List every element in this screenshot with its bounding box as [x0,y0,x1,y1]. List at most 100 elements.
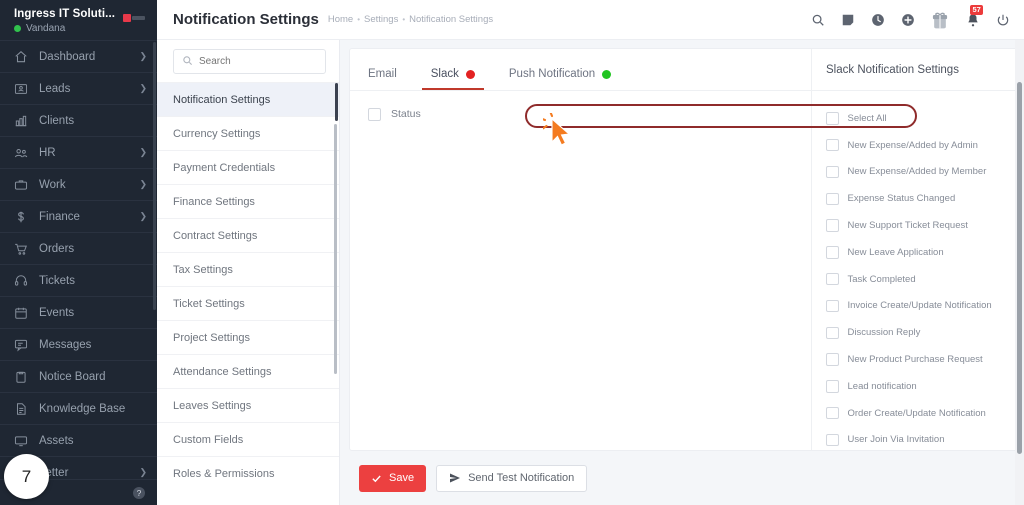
sidebar-item-tickets[interactable]: Tickets [0,264,157,296]
option-checkbox[interactable] [826,138,839,152]
power-icon[interactable] [995,12,1010,27]
sidebar-item-label: Clients [39,114,75,127]
option-checkbox[interactable] [826,299,839,313]
breadcrumb: Home • Settings • Notification Settings [328,14,493,25]
briefcase-icon [14,178,28,192]
settings-nav-item-currency-settings[interactable]: Currency Settings [157,116,339,150]
settings-nav-item-leaves-settings[interactable]: Leaves Settings [157,388,339,422]
sidebar-item-orders[interactable]: Orders [0,232,157,264]
tab-push-notification[interactable]: Push Notification [509,68,612,90]
clipboard-icon [14,370,28,384]
option-checkbox[interactable] [826,272,839,286]
option-checkbox[interactable] [826,380,839,393]
status-label: Status [391,108,421,120]
bell-icon[interactable]: 57 [965,5,984,27]
help-icon[interactable]: ? [133,486,145,499]
panel-option-expense-status-changed[interactable]: Expense Status Changed [826,185,1023,212]
panel-option-select-all[interactable]: Select All [826,105,1023,132]
panel-option-new-expense-added-by-admin[interactable]: New Expense/Added by Admin [826,132,1023,159]
settings-nav-item-finance-settings[interactable]: Finance Settings [157,184,339,218]
panel-option-new-product-purchase-request[interactable]: New Product Purchase Request [826,346,1023,373]
panel-option-lead-notification[interactable]: Lead notification [826,373,1023,400]
sidebar-item-events[interactable]: Events [0,296,157,328]
settings-nav-item-attendance-settings[interactable]: Attendance Settings [157,354,339,388]
tab-slack[interactable]: Slack [421,68,485,90]
sidebar-item-messages[interactable]: Messages [0,328,157,360]
sidebar-item-notice-board[interactable]: Notice Board [0,360,157,392]
settings-nav-item-roles-permissions[interactable]: Roles & Permissions [157,456,339,490]
option-checkbox[interactable] [826,165,839,179]
option-checkbox[interactable] [826,433,839,447]
panel-option-task-completed[interactable]: Task Completed [826,266,1023,293]
save-button-label: Save [389,472,415,484]
breadcrumb-item[interactable]: Home [328,14,353,25]
sidebar-item-finance[interactable]: Finance ❯ [0,200,157,232]
page-scrollbar[interactable] [1017,82,1022,454]
option-checkbox[interactable] [826,353,839,366]
panel-option-discussion-reply[interactable]: Discussion Reply [826,319,1023,346]
option-label: Select All [847,112,887,124]
clock-icon[interactable] [870,12,885,27]
breadcrumb-item[interactable]: Settings [364,14,398,25]
document-icon [14,402,28,416]
settings-search-box[interactable] [173,49,326,74]
company-logo [123,14,145,22]
sidebar-item-leads[interactable]: Leads ❯ [0,72,157,104]
tab-status-dot [602,69,612,79]
status-row[interactable]: Status [368,105,793,123]
option-checkbox[interactable] [826,219,839,232]
sidebar-item-clients[interactable]: Clients [0,104,157,136]
panel-option-new-expense-added-by-member[interactable]: New Expense/Added by Member [826,159,1023,186]
panel-option-new-leave-application[interactable]: New Leave Application [826,239,1023,266]
settings-nav-item-notification-settings[interactable]: Notification Settings [157,82,339,116]
sidebar-item-dashboard[interactable]: Dashboard ❯ [0,40,157,72]
option-checkbox[interactable] [826,326,839,340]
panel-option-order-create-update-notification[interactable]: Order Create/Update Notification [826,400,1023,427]
monitor-icon [14,434,28,448]
option-checkbox[interactable] [826,246,839,259]
sidebar-item-label: Tickets [39,274,75,287]
send-test-notification-button[interactable]: Send Test Notification [436,464,588,492]
user-status: Vandana [14,23,115,34]
save-button[interactable]: Save [359,464,427,492]
settings-nav-active-marker [335,83,338,121]
sidebar-item-label: Finance [39,210,80,223]
sidebar-item-work[interactable]: Work ❯ [0,168,157,200]
logo-square-icon [123,14,131,22]
settings-nav-scrollbar[interactable] [334,124,337,374]
settings-nav-item-custom-fields[interactable]: Custom Fields [157,422,339,456]
panel-option-new-support-ticket-request[interactable]: New Support Ticket Request [826,212,1023,239]
search-input[interactable] [199,56,317,67]
sidebar-item-knowledge-base[interactable]: Knowledge Base [0,392,157,424]
option-label: User Join Via Invitation [847,434,945,446]
main-sidebar: Ingress IT Soluti... Vandana Dashboard ❯ L… [0,0,157,505]
settings-nav-item-contract-settings[interactable]: Contract Settings [157,218,339,252]
settings-nav-item-ticket-settings[interactable]: Ticket Settings [157,286,339,320]
sidebar-scrollbar[interactable] [153,42,156,310]
notification-card-left: Email Slack Push Notification Status [350,49,811,450]
sidebar-item-hr[interactable]: HR ❯ [0,136,157,168]
breadcrumb-item[interactable]: Notification Settings [409,14,493,25]
sidebar-item-assets[interactable]: Assets [0,424,157,456]
option-checkbox[interactable] [826,192,839,206]
sidebar-item-label: Messages [39,338,92,351]
content-area: Notification Settings Home • Settings • Noti… [157,0,1024,505]
settings-nav-item-payment-credentials[interactable]: Payment Credentials [157,150,339,184]
top-bar: Notification Settings Home • Settings • Noti… [157,0,1024,40]
tab-email[interactable]: Email [368,68,397,90]
sidebar-item-label: Assets [39,434,74,447]
panel-option-invoice-create-update-notification[interactable]: Invoice Create/Update Notification [826,293,1023,320]
option-checkbox[interactable] [826,406,839,420]
gift-icon[interactable] [930,9,950,31]
panel-option-user-join-via-invitation[interactable]: User Join Via Invitation [826,427,1023,450]
search-icon[interactable] [810,12,825,27]
settings-nav-item-tax-settings[interactable]: Tax Settings [157,252,339,286]
plus-circle-icon[interactable] [900,12,915,27]
status-checkbox[interactable] [368,107,381,121]
brand-block[interactable]: Ingress IT Soluti... Vandana [0,0,157,40]
form-actions: Save Send Test Notification [349,451,1024,505]
online-status-dot [14,25,21,32]
note-icon[interactable] [840,12,855,27]
option-checkbox[interactable] [826,112,839,125]
settings-nav-item-project-settings[interactable]: Project Settings [157,320,339,354]
